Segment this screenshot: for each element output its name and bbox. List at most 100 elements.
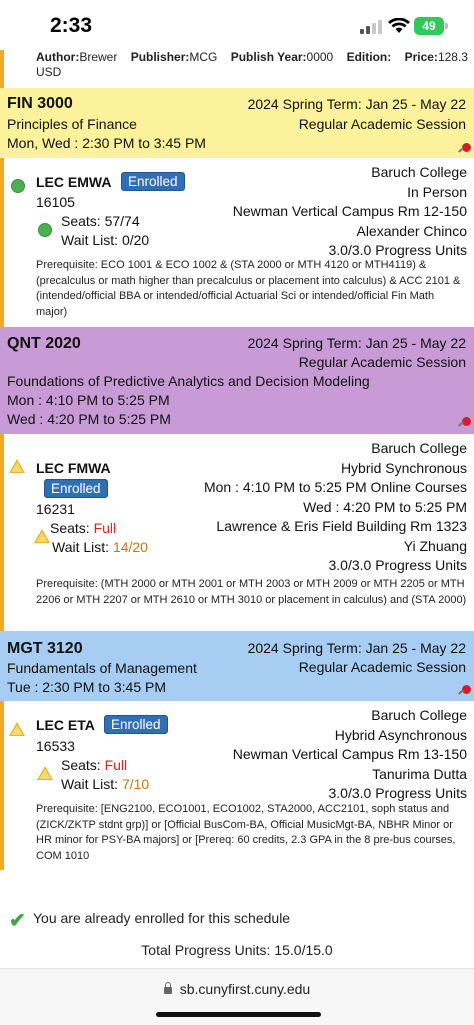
section-qnt2020: LEC FMWA Enrolled 16231 Seats: Full Wait…: [0, 434, 474, 631]
enrolled-badge: Enrolled: [121, 172, 185, 191]
course-code: FIN 3000: [7, 95, 73, 112]
meeting-2: Wed : 4:20 PM to 5:25 PM: [303, 498, 467, 515]
price-value: 128.3: [437, 50, 468, 64]
book-info: Author:Brewer Publisher:MCG Publish Year…: [0, 50, 474, 88]
url-display[interactable]: sb.cunyfirst.cuny.edu: [0, 981, 474, 997]
section-mgt3120: LEC ETA Enrolled 16533 Seats: Full Wait …: [0, 701, 474, 870]
waitlist-label: Wait List:: [52, 539, 110, 555]
section-type: LEC EMWA: [36, 174, 112, 190]
warning-icon: [9, 722, 25, 736]
course-schedule: Wed : 4:20 PM to 5:25 PM: [7, 411, 171, 427]
course-title: Principles of Finance: [7, 116, 137, 132]
class-number: 16105: [36, 194, 75, 210]
battery-tip: [445, 23, 448, 29]
currency: USD: [36, 65, 62, 79]
pin-icon[interactable]: [462, 417, 471, 426]
seats: Seats: Full: [50, 520, 116, 536]
publisher-value: MCG: [189, 50, 218, 64]
enrolled-message: You are already enrolled for this schedu…: [33, 910, 291, 926]
course-header-mgt3120[interactable]: MGT 3120 Fundamentals of Management Tue …: [0, 631, 474, 701]
checkmark-icon: ✔: [9, 910, 26, 932]
seats-label: Seats:: [61, 757, 101, 773]
campus: Baruch College: [371, 707, 467, 723]
course-session: Regular Academic Session: [298, 659, 466, 675]
status-bar: 2:33 49: [0, 0, 474, 50]
lock-icon: [163, 982, 172, 994]
campus: Baruch College: [371, 440, 467, 456]
status-time: 2:33: [50, 14, 93, 37]
course-code: MGT 3120: [7, 640, 83, 657]
course-term: 2024 Spring Term: Jan 25 - May 22: [247, 96, 466, 112]
seats: Seats: Full: [61, 757, 127, 773]
course-term: 2024 Spring Term: Jan 25 - May 22: [247, 640, 466, 656]
enrolled-badge: Enrolled: [104, 715, 168, 734]
open-status-icon: [38, 223, 52, 237]
home-indicator[interactable]: [156, 1012, 321, 1017]
waitlist-value: 7/10: [121, 776, 150, 792]
battery-icon: 49: [414, 17, 444, 35]
year-value: 0000: [306, 50, 334, 64]
waitlist: Wait List: 14/20: [52, 539, 148, 555]
waitlist-label: Wait List:: [61, 776, 119, 792]
seats-label: Seats:: [61, 213, 101, 229]
course-schedule: Mon, Wed : 2:30 PM to 3:45 PM: [7, 135, 206, 151]
section-details: Baruch College Hybrid Asynchronous Newma…: [233, 706, 467, 804]
seats-value: Full: [93, 520, 117, 536]
course-session: Regular Academic Session: [298, 354, 466, 370]
seats: Seats: 57/74: [61, 213, 140, 229]
publisher-label: Publisher:: [130, 50, 190, 64]
course-term: 2024 Spring Term: Jan 25 - May 22: [247, 335, 466, 351]
course-code: QNT 2020: [7, 335, 81, 352]
pin-icon[interactable]: [462, 685, 471, 694]
open-status-icon: [11, 179, 25, 193]
enrolled-badge: Enrolled: [44, 479, 108, 498]
room: Newman Vertical Campus Rm 13-150: [232, 746, 467, 762]
progress-units: 3.0/3.0 Progress Units: [328, 785, 467, 801]
section-type: LEC ETA: [36, 717, 95, 733]
seats-value: Full: [104, 757, 128, 773]
waitlist-value: 14/20: [112, 539, 148, 555]
seats-label: Seats:: [50, 520, 90, 536]
price-label: Price:: [404, 50, 438, 64]
campus: Baruch College: [371, 164, 467, 180]
book-info-line: Author:Brewer Publisher:MCG Publish Year…: [4, 50, 474, 65]
course-schedule: Mon : 4:10 PM to 5:25 PM: [7, 392, 170, 408]
prerequisite: Prerequisite: ECO 1001 & ECO 1002 & (STA…: [36, 259, 461, 318]
edition-label: Edition:: [346, 50, 392, 64]
pin-icon[interactable]: [462, 143, 471, 152]
room: Lawrence & Eris Field Building Rm 1323: [216, 518, 467, 534]
waitlist-value: 0/20: [121, 232, 150, 248]
course-schedule: Tue : 2:30 PM to 3:45 PM: [7, 679, 167, 695]
seats-value: 57/74: [104, 213, 140, 229]
section-details: Baruch College Hybrid Synchronous Mon : …: [204, 439, 467, 576]
course-title: Fundamentals of Management: [7, 660, 197, 676]
room: Newman Vertical Campus Rm 12-150: [232, 203, 467, 219]
course-header-fin3000[interactable]: FIN 3000 Principles of Finance Mon, Wed …: [0, 88, 474, 158]
course-session: Regular Academic Session: [298, 116, 466, 132]
waitlist: Wait List: 0/20: [61, 232, 149, 248]
author-label: Author:: [36, 50, 80, 64]
course-header-qnt2020[interactable]: QNT 2020 2024 Spring Term: Jan 25 - May …: [0, 327, 474, 434]
instructor: Tanurima Dutta: [372, 765, 467, 782]
warning-icon: [9, 459, 25, 473]
total-progress-units: Total Progress Units: 15.0/15.0: [141, 942, 333, 958]
waitlist: Wait List: 7/10: [61, 776, 149, 792]
wifi-icon: [388, 18, 410, 33]
class-number: 16231: [36, 501, 75, 517]
instructor: Yi Zhuang: [403, 537, 467, 554]
course-title: Foundations of Predictive Analytics and …: [7, 373, 370, 389]
instructor: Alexander Chinco: [356, 222, 467, 239]
section-fin3000: LEC EMWA Enrolled 16105 Seats: 57/74 Wai…: [0, 158, 474, 327]
progress-units: 3.0/3.0 Progress Units: [328, 557, 467, 573]
signal-icon: [360, 20, 382, 34]
class-number: 16533: [36, 738, 75, 754]
warning-icon: [34, 529, 50, 543]
mode: Hybrid Synchronous: [340, 459, 467, 476]
meeting-1: Mon : 4:10 PM to 5:25 PM Online Courses: [203, 479, 467, 495]
mode: Hybrid Asynchronous: [334, 726, 467, 743]
author-value: Brewer: [79, 50, 118, 64]
prerequisite: Prerequisite: [ENG2100, ECO1001, ECO1002…: [36, 803, 456, 862]
url-text: sb.cunyfirst.cuny.edu: [179, 981, 311, 997]
year-label: Publish Year:: [230, 50, 307, 64]
section-details: Baruch College In Person Newman Vertical…: [233, 163, 467, 261]
